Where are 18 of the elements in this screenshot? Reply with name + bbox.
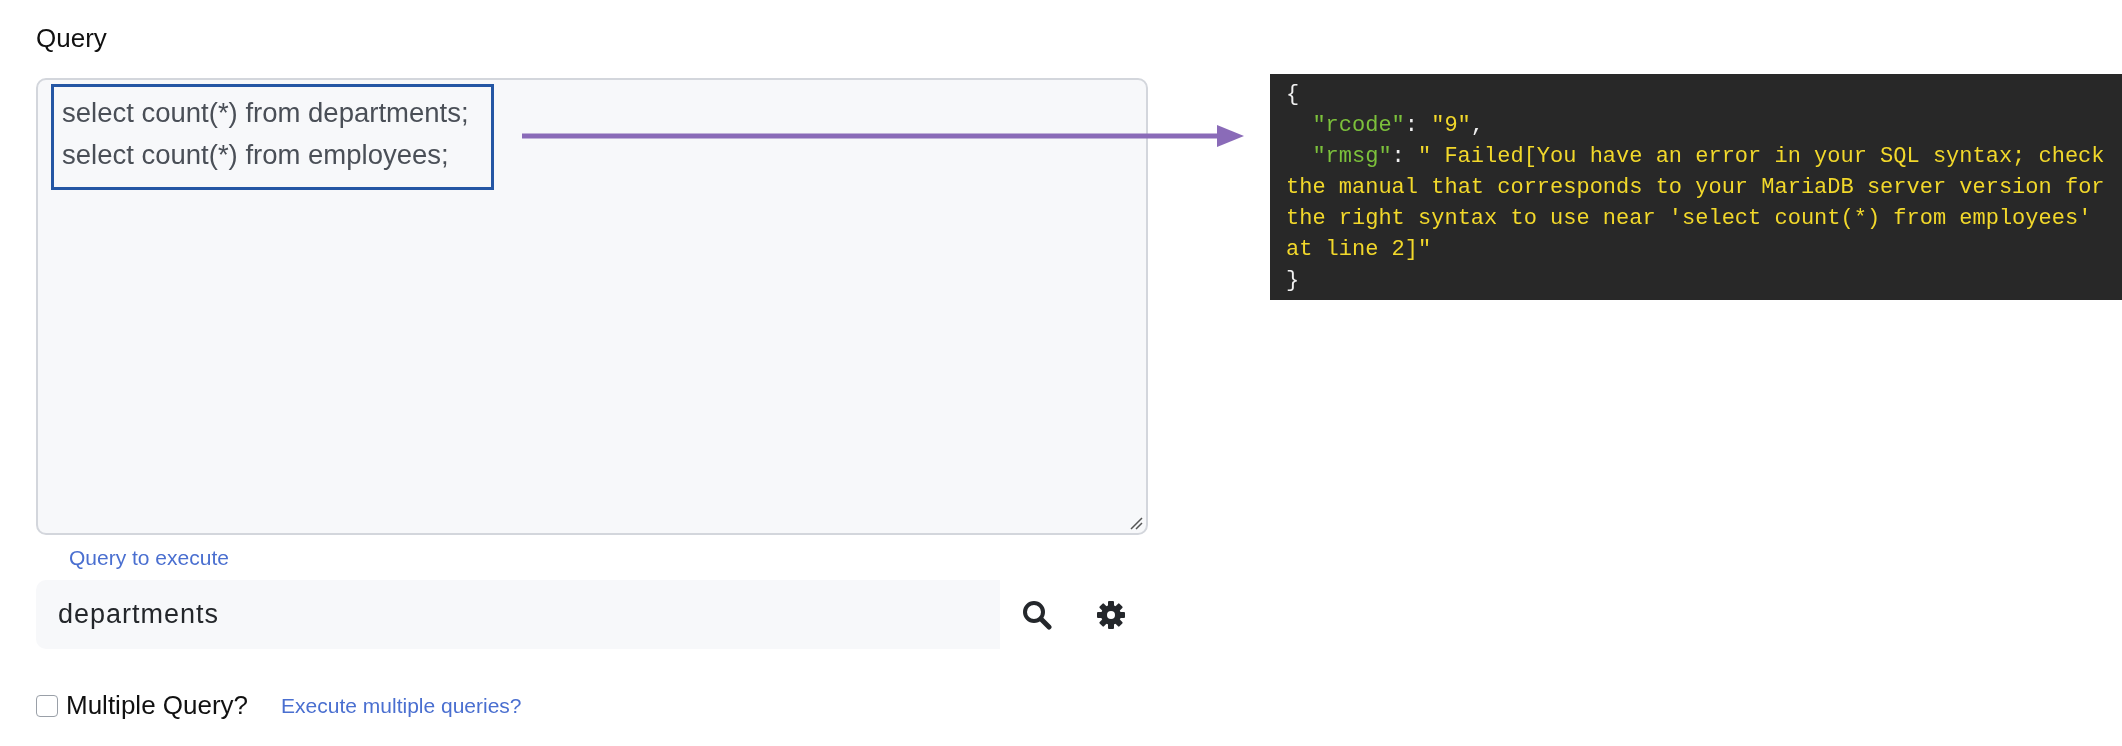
code-line: the right syntax to use near 'select count(*) from employees'	[1286, 204, 2092, 233]
code-line: "rcode": "9",	[1311, 111, 1485, 140]
code-line: "rmsg": " Failed[You have an error in your SQL syntax; check	[1311, 142, 2105, 171]
code-line: {	[1286, 80, 1300, 109]
query-input-field[interactable]: departments	[36, 580, 1000, 649]
query-textarea[interactable]: select count(*) from departments; select count(*) from employees;	[36, 78, 1148, 535]
checkbox-label: Multiple Query?	[66, 690, 249, 721]
code-line: }	[1286, 266, 1300, 295]
query-text: select count(*) from departments; select count(*) from employees;	[62, 96, 469, 172]
code-line: at line 2]"	[1286, 235, 1432, 264]
settings-icon[interactable]	[1096, 599, 1126, 630]
resize-grip-icon[interactable]	[1129, 516, 1143, 530]
help-link[interactable]: Execute multiple queries?	[281, 693, 522, 718]
code-line: the manual that corresponds to your MariaDB server version for	[1286, 173, 2105, 202]
field-hint: Query to execute	[69, 545, 229, 571]
query-label: Query	[36, 22, 107, 54]
checkbox[interactable]	[36, 694, 58, 717]
search-icon[interactable]	[1022, 599, 1052, 630]
